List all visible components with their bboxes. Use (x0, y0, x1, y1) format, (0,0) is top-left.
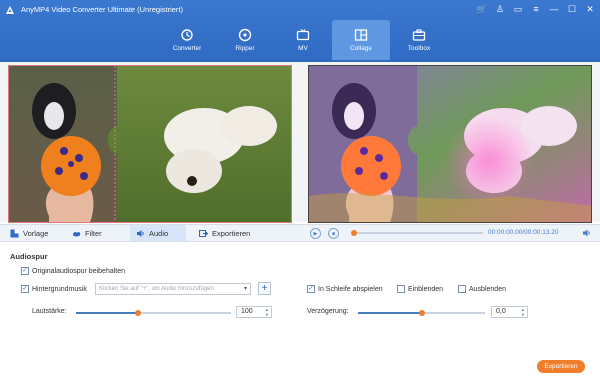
background-music-placeholder: Klicken Sie auf "+", um Audio hinzuzufüg… (99, 286, 214, 292)
converter-icon (181, 29, 193, 41)
ripper-icon (238, 28, 252, 42)
tab-template-label: Vorlage (23, 228, 49, 238)
total-time: 00:00:13.20 (524, 229, 559, 236)
background-music-select[interactable]: Klicken Sie auf "+", um Audio hinzuzufüg… (95, 283, 251, 295)
volume-label: Lautstärke: (32, 308, 67, 315)
app-title: AnyMP4 Video Converter Ultimate (Unregis… (21, 5, 184, 14)
filter-icon (73, 231, 81, 236)
export-button[interactable]: Exportieren (537, 360, 585, 373)
playback-progress[interactable] (351, 230, 483, 236)
checkbox-box[interactable] (458, 285, 466, 293)
title-bar: AnyMP4 Video Converter Ultimate (Unregis… (0, 0, 600, 62)
maximize-icon[interactable]: ☐ (566, 3, 578, 15)
tab-filter-label: Filter (85, 228, 102, 238)
fade-out-checkbox[interactable]: Ausblenden (458, 285, 506, 293)
collage-icon (354, 29, 368, 41)
tab-toolbox-label: Toolbox (407, 45, 431, 52)
volume-value: 100 (241, 308, 253, 315)
cart-icon[interactable]: 🛒 (476, 3, 488, 15)
keep-original-audio-label: Originalaudiospur beibehalten (32, 267, 126, 275)
stop-button[interactable]: ■ (328, 228, 339, 239)
export-icon (199, 229, 208, 237)
volume-slider-knob[interactable] (135, 310, 141, 316)
chat-icon[interactable]: ▭ (512, 3, 524, 15)
volume-slider-fill (76, 312, 138, 314)
add-audio-button[interactable]: + (258, 282, 271, 295)
fade-out-label: Ausblenden (469, 285, 506, 293)
menu-icon[interactable]: ≡ (530, 3, 542, 15)
tab-audio-label: Audio (149, 228, 169, 238)
minimize-icon[interactable]: — (548, 3, 560, 15)
spin-arrows-icon[interactable]: ▲ ▼ (265, 307, 269, 317)
background-music-checkbox[interactable]: ✓ Hintergrundmusik (21, 285, 87, 293)
loop-label: In Schleife abspielen (318, 285, 383, 293)
stop-icon: ■ (331, 230, 336, 237)
checkbox-box[interactable]: ✓ (307, 285, 315, 293)
current-time: 00:00:00.00 (488, 229, 523, 236)
delay-slider-knob[interactable] (418, 310, 425, 316)
collage-toolbar: Vorlage Filter Audio Exportieren ▶ ■ 00:… (0, 224, 600, 242)
background-music-label: Hintergrundmusik (32, 285, 87, 293)
checkbox-box[interactable]: ✓ (21, 267, 29, 275)
tab-mv[interactable]: MV (274, 20, 332, 60)
tab-converter-label: Converter (172, 45, 202, 52)
tab-toolbox[interactable]: Toolbox (390, 20, 448, 60)
volume-spinbox[interactable]: 100 ▲ ▼ (236, 306, 272, 318)
spin-arrows-icon[interactable]: ▲ ▼ (521, 307, 525, 317)
plus-icon: + (261, 283, 268, 294)
app-logo-icon (6, 6, 14, 14)
play-icon: ▶ (313, 230, 318, 237)
audio-icon (137, 229, 144, 237)
delay-value: 0,0 (496, 308, 506, 315)
main-nav: Converter Ripper MV Collage Toolbox (158, 20, 448, 60)
collage-edit-preview[interactable] (8, 65, 292, 223)
delay-slider[interactable] (358, 310, 485, 316)
window-controls: 🛒 ♙ ▭ ≡ — ☐ ✕ (476, 3, 596, 15)
delay-spinbox[interactable]: 0,0 ▲ ▼ (491, 306, 528, 318)
chevron-down-icon: ▾ (243, 286, 247, 292)
checkbox-box[interactable] (397, 285, 405, 293)
fade-in-label: Einblenden (408, 285, 444, 293)
delay-label: Verzögerung: (307, 308, 349, 315)
progress-knob[interactable] (351, 230, 357, 236)
tab-mv-label: MV (298, 45, 308, 52)
collage-edit-image (9, 66, 291, 222)
tab-export[interactable]: Exportieren (199, 225, 261, 241)
tab-export-label: Exportieren (212, 228, 251, 238)
audio-section-title: Audiospur (10, 252, 48, 261)
tab-collage[interactable]: Collage (332, 20, 390, 60)
loop-checkbox[interactable]: ✓ In Schleife abspielen (307, 285, 383, 293)
time-display: 00:00:00.00/00:00:13.20 (488, 229, 559, 236)
play-button[interactable]: ▶ (310, 228, 321, 239)
user-icon[interactable]: ♙ (494, 3, 506, 15)
tab-collage-label: Collage (349, 45, 373, 52)
delay-slider-fill (358, 312, 422, 314)
tab-filter[interactable]: Filter (72, 225, 112, 241)
tab-ripper[interactable]: Ripper (216, 20, 274, 60)
toolbox-icon (412, 29, 426, 41)
tab-converter[interactable]: Converter (158, 20, 216, 60)
tab-ripper-label: Ripper (235, 45, 255, 52)
volume-icon[interactable] (582, 228, 592, 238)
template-icon (10, 229, 19, 237)
volume-slider[interactable] (76, 310, 231, 316)
player-controls: ▶ ■ 00:00:00.00/00:00:13.20 (308, 225, 596, 241)
close-icon[interactable]: ✕ (584, 3, 596, 15)
preview-area (0, 62, 600, 223)
tab-template[interactable]: Vorlage (10, 225, 60, 241)
collage-result-preview (308, 65, 592, 223)
mv-icon (296, 29, 310, 41)
fade-in-checkbox[interactable]: Einblenden (397, 285, 443, 293)
collage-result-image (309, 66, 591, 222)
tab-audio[interactable]: Audio (130, 225, 186, 241)
checkbox-box[interactable]: ✓ (21, 285, 29, 293)
keep-original-audio-checkbox[interactable]: ✓ Originalaudiospur beibehalten (21, 267, 125, 275)
